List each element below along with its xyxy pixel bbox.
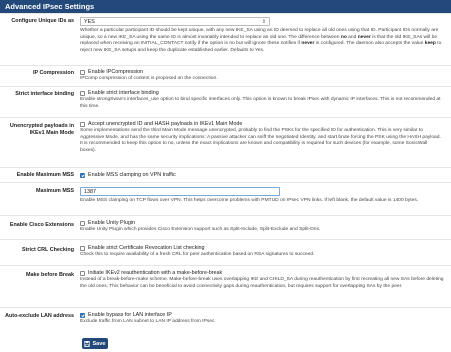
cisco-ext-label: Enable Cisco Extensions: [9, 222, 74, 228]
row-strict-crl: Strict CRL Checking Enable strict Certif…: [0, 239, 451, 265]
make-before-break-checkbox-label: Initiate IKEv2 reauthentication with a m…: [88, 270, 223, 276]
unencrypted-payloads-checkbox-label: Accept unencrypted ID and HASH payloads …: [88, 121, 243, 127]
strict-crl-checkbox-label: Enable strict Certificate Revocation Lis…: [88, 245, 205, 251]
ip-compression-help: IPComp compression of content is propose…: [80, 76, 218, 81]
save-button[interactable]: Save: [82, 338, 108, 349]
ip-compression-option[interactable]: Enable IPCompression: [80, 68, 444, 76]
unencrypted-payloads-checkbox[interactable]: [80, 121, 85, 127]
strict-crl-label: Strict CRL Checking: [21, 247, 74, 253]
auto-exclude-option[interactable]: Enable bypass for LAN interface IP: [80, 311, 444, 319]
help-keyword: never: [301, 41, 315, 47]
strict-crl-checkbox[interactable]: [80, 245, 85, 251]
unique-ids-value: YES: [84, 19, 95, 25]
max-mss-help: Enable MSS clamping on TCP flows over VP…: [80, 198, 419, 203]
unencrypted-payloads-help: Some implementations send the third Main…: [80, 128, 441, 153]
unencrypted-payloads-option[interactable]: Accept unencrypted ID and HASH payloads …: [80, 120, 444, 128]
row-unencrypted-payloads: Unencrypted payloads in IKEv1 Main Mode …: [0, 117, 451, 167]
advanced-ipsec-panel: Advanced IPsec Settings Configure Unique…: [0, 0, 451, 352]
row-auto-exclude: Auto-exclude LAN address Enable bypass f…: [0, 307, 451, 334]
save-icon: [84, 340, 91, 347]
help-keyword: keep: [424, 41, 436, 47]
help-text: is configured. The daemon also accepts t…: [314, 41, 425, 47]
make-before-break-option[interactable]: Initiate IKEv2 reauthentication with a m…: [80, 269, 444, 277]
row-cisco-ext: Enable Cisco Extensions Enable Unity Plu…: [0, 215, 451, 239]
row-ip-compression: IP Compression Enable IPCompression IPCo…: [0, 65, 451, 86]
make-before-break-label: Make before Break: [26, 272, 74, 278]
ip-compression-checkbox-label: Enable IPCompression: [88, 69, 144, 75]
row-make-before-break: Make before Break Initiate IKEv2 reauthe…: [0, 265, 451, 307]
save-button-label: Save: [92, 340, 106, 347]
cisco-ext-checkbox-label: Enable Unity Plugin: [88, 220, 136, 226]
unencrypted-payloads-label: Unencrypted payloads in IKEv1 Main Mode: [9, 123, 74, 136]
make-before-break-help: Instead of a break-before-make scheme. M…: [80, 277, 444, 289]
select-arrow-icon: ⇕: [261, 19, 266, 25]
strict-binding-label: Strict interface binding: [15, 91, 74, 97]
strict-crl-help: Check this to require availability of a …: [80, 252, 315, 257]
cisco-ext-option[interactable]: Enable Unity Plugin: [80, 219, 444, 227]
unique-ids-label: Configure Unique IDs as: [11, 18, 74, 24]
auto-exclude-checkbox-label: Enable bypass for LAN interface IP: [88, 312, 172, 318]
unique-ids-help: Whether a particular participant ID shou…: [80, 28, 444, 54]
ip-compression-checkbox[interactable]: [80, 69, 85, 75]
cisco-ext-help: Enable Unity Plugin which provides Cisco…: [80, 227, 321, 232]
row-strict-binding: Strict interface binding Enable strict i…: [0, 86, 451, 117]
row-unique-ids: Configure Unique IDs as YES ⇕ Whether a …: [0, 13, 451, 65]
max-mss-label: Maximum MSS: [35, 188, 74, 194]
auto-exclude-label: Auto-exclude LAN address: [5, 313, 74, 319]
strict-binding-help: Enable strongSwan's interfaces_use optio…: [80, 97, 441, 109]
auto-exclude-help: Exclude traffic from LAN subnet to LAN I…: [80, 319, 216, 324]
strict-binding-checkbox-label: Enable strict interface binding: [88, 90, 159, 96]
enable-mss-checkbox[interactable]: [80, 172, 85, 178]
make-before-break-checkbox[interactable]: [80, 270, 85, 276]
panel-title: Advanced IPsec Settings: [0, 0, 451, 13]
enable-mss-label: Enable Maximum MSS: [16, 172, 74, 178]
auto-exclude-checkbox[interactable]: [80, 312, 85, 318]
max-mss-input[interactable]: 1387: [80, 187, 280, 196]
help-keyword: never: [357, 34, 371, 40]
unique-ids-select[interactable]: YES ⇕: [80, 17, 270, 26]
enable-mss-checkbox-label: Enable MSS clamping on VPN traffic: [88, 172, 176, 178]
help-text: and: [346, 34, 358, 40]
row-max-mss: Maximum MSS 1387 Enable MSS clamping on …: [0, 182, 451, 215]
strict-binding-option[interactable]: Enable strict interface binding: [80, 89, 444, 97]
cisco-ext-checkbox[interactable]: [80, 220, 85, 226]
row-enable-mss: Enable Maximum MSS Enable MSS clamping o…: [0, 167, 451, 182]
strict-binding-checkbox[interactable]: [80, 90, 85, 96]
ip-compression-label: IP Compression: [33, 70, 74, 76]
strict-crl-option[interactable]: Enable strict Certificate Revocation Lis…: [80, 244, 444, 252]
enable-mss-option[interactable]: Enable MSS clamping on VPN traffic: [80, 171, 444, 179]
